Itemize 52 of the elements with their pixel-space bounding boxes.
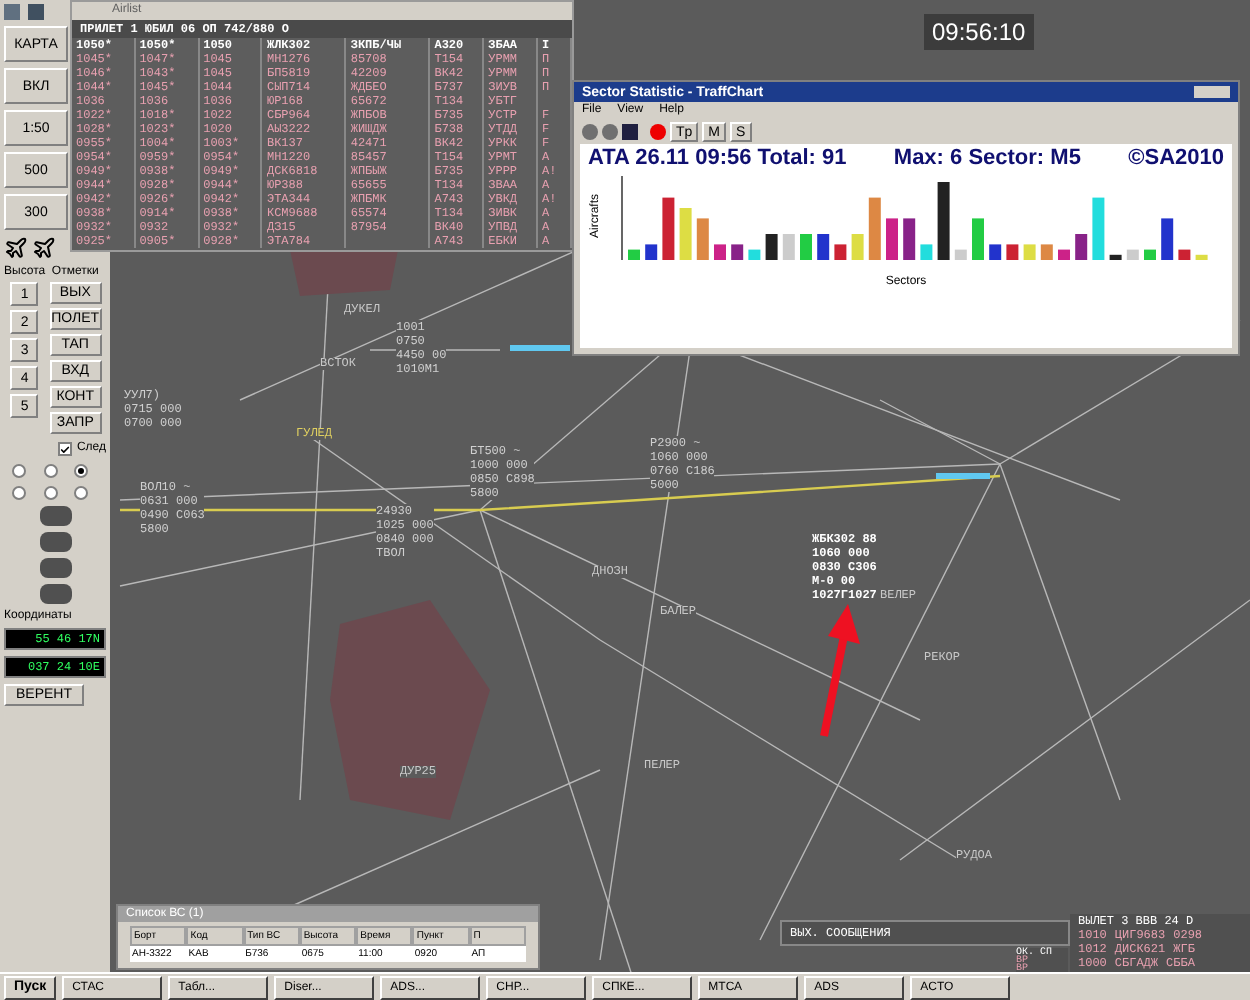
radio-button[interactable] [12,486,26,500]
chart-bar [851,234,864,260]
chart-bar [989,244,1002,260]
chart-bar [1195,254,1208,260]
chart-bar [748,249,761,260]
radio-button[interactable] [12,464,26,478]
radio-button[interactable] [43,486,58,500]
chart-bar [628,249,640,260]
aircraft-icon[interactable] [4,236,28,260]
axis-line [621,175,623,261]
chart-bar [1092,197,1105,260]
check-icon [60,443,71,455]
chart-bar [731,244,744,260]
chart-bar [972,218,984,260]
chart-bar [1126,249,1139,260]
chart-bar [868,197,881,260]
clock: 09:56:10 [924,14,1034,50]
chart-bar [800,234,812,260]
chart-bar [714,244,726,260]
radio-button[interactable] [74,464,89,478]
chart-bar [1178,249,1191,260]
chart-bar [1075,234,1088,260]
chart-bar [1109,254,1122,260]
chart-bar [782,234,795,260]
aircraft-trail [936,473,990,479]
chart-bar [662,197,675,260]
chart-bar [834,244,847,260]
chart-bar [886,218,898,260]
chart-bar [765,234,778,260]
chart-heading: ATA 26.11 09:56 Total: 91 [588,144,847,172]
chart-bar [645,244,658,260]
chart-bar [1006,244,1019,260]
chart-bar [1040,244,1053,260]
chart-bar [954,249,967,260]
aircraft-icon[interactable] [32,236,56,260]
chart-bar [937,182,950,260]
pointer-arrow [820,604,860,737]
chart-bar [696,218,709,260]
record-icon[interactable] [650,124,666,140]
chart-bar [817,234,830,260]
radio-button[interactable] [74,486,89,500]
chart-bar [679,208,692,260]
aircraft-trail [510,345,570,351]
copyright-text: ©SA2010 [1128,144,1224,172]
radio-button[interactable] [43,464,58,478]
chart-bar [1058,249,1070,260]
chart-bar [1023,244,1036,260]
chart-bar [920,244,933,260]
chart-heading: Max: 6 Sector: M5 [893,144,1081,172]
chart-bar [1144,249,1156,260]
chart-bar [1161,218,1174,260]
chart-bar [903,218,916,260]
